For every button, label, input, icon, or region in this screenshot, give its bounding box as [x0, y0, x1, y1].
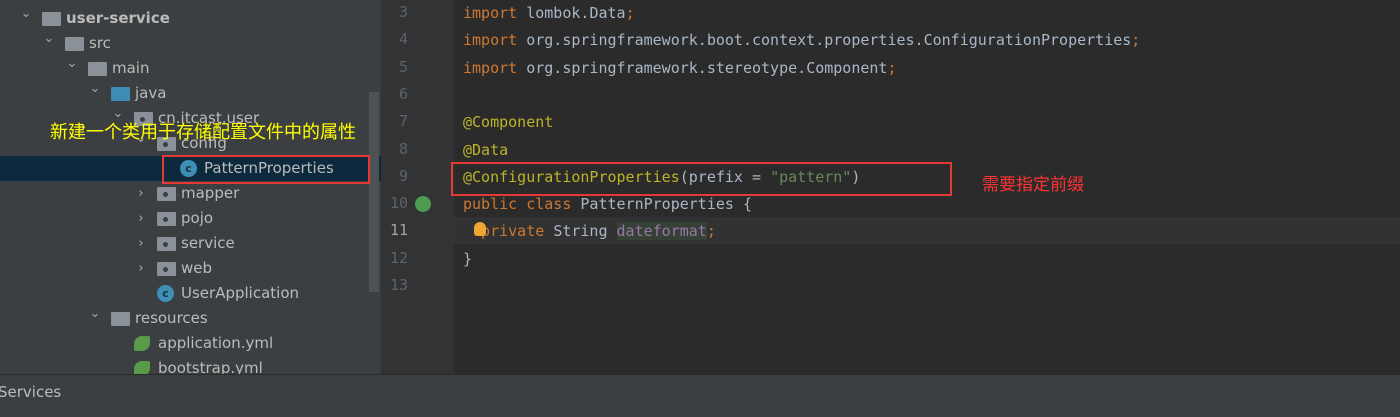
code-token: lombok.: [526, 4, 590, 22]
lightbulb-icon[interactable]: [474, 222, 486, 237]
highlight-box-annotation: [451, 162, 952, 196]
chevron-right-icon[interactable]: ›: [135, 206, 147, 231]
package-icon: [157, 212, 176, 226]
tree-item-label: web: [181, 259, 213, 277]
resources-folder-icon: [111, 312, 130, 326]
code-token: ;: [625, 4, 635, 22]
line-number: 7: [398, 112, 408, 131]
source-folder-icon: [111, 87, 130, 101]
code-token: import: [463, 31, 527, 50]
package-icon: [157, 187, 176, 201]
spring-yml-icon: [134, 361, 150, 374]
project-tree[interactable]: ⌄ user-service ⌄ src ⌄ main ⌄ java ⌄ cn.itcast.us…: [0, 0, 381, 374]
code-token: ConfigurationProperties: [923, 31, 1132, 50]
line-number: 13: [389, 276, 408, 294]
line-number: 6: [398, 84, 408, 103]
chevron-right-icon[interactable]: ›: [135, 231, 147, 256]
tree-item[interactable]: ⌄ main: [0, 56, 381, 81]
tree-item[interactable]: application.yml: [0, 331, 381, 356]
chevron-down-icon[interactable]: ⌄: [89, 76, 101, 101]
line-number: 4: [398, 30, 408, 49]
services-tab[interactable]: Services: [0, 383, 61, 401]
chevron-right-icon[interactable]: ›: [135, 181, 147, 206]
annotation-code-note: 需要指定前缀: [982, 175, 1084, 195]
tree-item-label: service: [181, 234, 235, 252]
code-token: Component: [806, 58, 888, 77]
line-number: 10: [389, 194, 408, 213]
code-token: Data: [589, 4, 626, 22]
tree-item-label: UserApplication: [181, 284, 300, 302]
code-token: String: [553, 222, 617, 241]
tree-item-label: resources: [135, 309, 208, 327]
folder-icon: [88, 62, 107, 76]
code-line[interactable]: @Component: [463, 109, 553, 136]
tree-item-label: pojo: [181, 209, 214, 227]
spring-yml-icon: [134, 336, 150, 351]
spring-bean-gutter-icon[interactable]: [415, 196, 431, 213]
annotation-tree-note: 新建一个类用于存储配置文件中的属性: [50, 122, 356, 143]
tree-item[interactable]: › service: [0, 231, 381, 256]
tree-item[interactable]: c UserApplication: [0, 281, 381, 306]
chevron-down-icon[interactable]: ⌄: [89, 301, 101, 326]
highlight-box-class: [162, 155, 370, 184]
tree-item-label: java: [135, 84, 167, 102]
code-line[interactable]: import org.springframework.boot.context.…: [463, 27, 1140, 54]
module-folder-icon: [42, 12, 61, 26]
tree-scrollbar[interactable]: [369, 92, 379, 292]
tree-item-label: bootstrap.yml: [158, 359, 263, 374]
tree-item[interactable]: › pojo: [0, 206, 381, 231]
code-token: dateformat: [616, 222, 707, 241]
code-line[interactable]: import org.springframework.stereotype.Co…: [463, 55, 897, 82]
tree-item-label: user-service: [66, 9, 170, 27]
line-number: 12: [389, 248, 408, 267]
code-token: org.springframework.boot.context.propert…: [526, 31, 924, 50]
code-token: ;: [706, 222, 716, 241]
line-number: 8: [398, 139, 408, 158]
tree-item[interactable]: › mapper: [0, 181, 381, 206]
tree-item[interactable]: ⌄ src: [0, 31, 381, 56]
code-token: public class: [463, 195, 581, 214]
code-line[interactable]: private String dateformat;: [463, 218, 716, 245]
spring-boot-class-icon: c: [157, 285, 174, 302]
tree-item-label: application.yml: [158, 334, 274, 352]
code-token: @Component: [463, 113, 554, 132]
tree-item[interactable]: ⌄ user-service: [0, 6, 381, 31]
tree-item[interactable]: › web: [0, 256, 381, 281]
folder-icon: [65, 37, 84, 51]
code-token: import: [463, 4, 527, 22]
bottom-panel: Services: [0, 374, 1400, 417]
code-token: ;: [887, 58, 897, 77]
chevron-right-icon[interactable]: ›: [135, 256, 147, 281]
code-line[interactable]: }: [463, 246, 472, 273]
code-line[interactable]: @Data: [463, 137, 508, 164]
line-number: 11: [389, 221, 408, 240]
package-icon: [157, 262, 176, 276]
code-token: org.springframework.stereotype.: [526, 58, 807, 77]
tree-item[interactable]: ⌄ resources: [0, 306, 381, 331]
code-token: }: [463, 249, 473, 268]
tree-item-label: src: [89, 34, 111, 52]
tree-item[interactable]: ⌄ java: [0, 81, 381, 106]
line-number: 5: [398, 57, 408, 76]
code-token: PatternProperties {: [580, 195, 752, 214]
code-token: import: [463, 58, 527, 77]
tree-item-label: mapper: [181, 184, 240, 202]
code-line[interactable]: import lombok.Data;: [463, 0, 635, 27]
line-number: 9: [398, 166, 408, 185]
line-number: 3: [398, 3, 408, 21]
chevron-down-icon[interactable]: ⌄: [20, 1, 32, 26]
tree-item[interactable]: bootstrap.yml: [0, 356, 381, 374]
tree-item-label: main: [112, 59, 150, 77]
code-token: ;: [1131, 31, 1141, 50]
chevron-down-icon[interactable]: ⌄: [66, 51, 78, 76]
chevron-down-icon[interactable]: ⌄: [43, 26, 55, 51]
package-icon: [157, 237, 176, 251]
code-token: @Data: [463, 140, 509, 159]
line-gutter: 3 4 5 6 7 8 9 10 11 12 13: [381, 0, 454, 374]
